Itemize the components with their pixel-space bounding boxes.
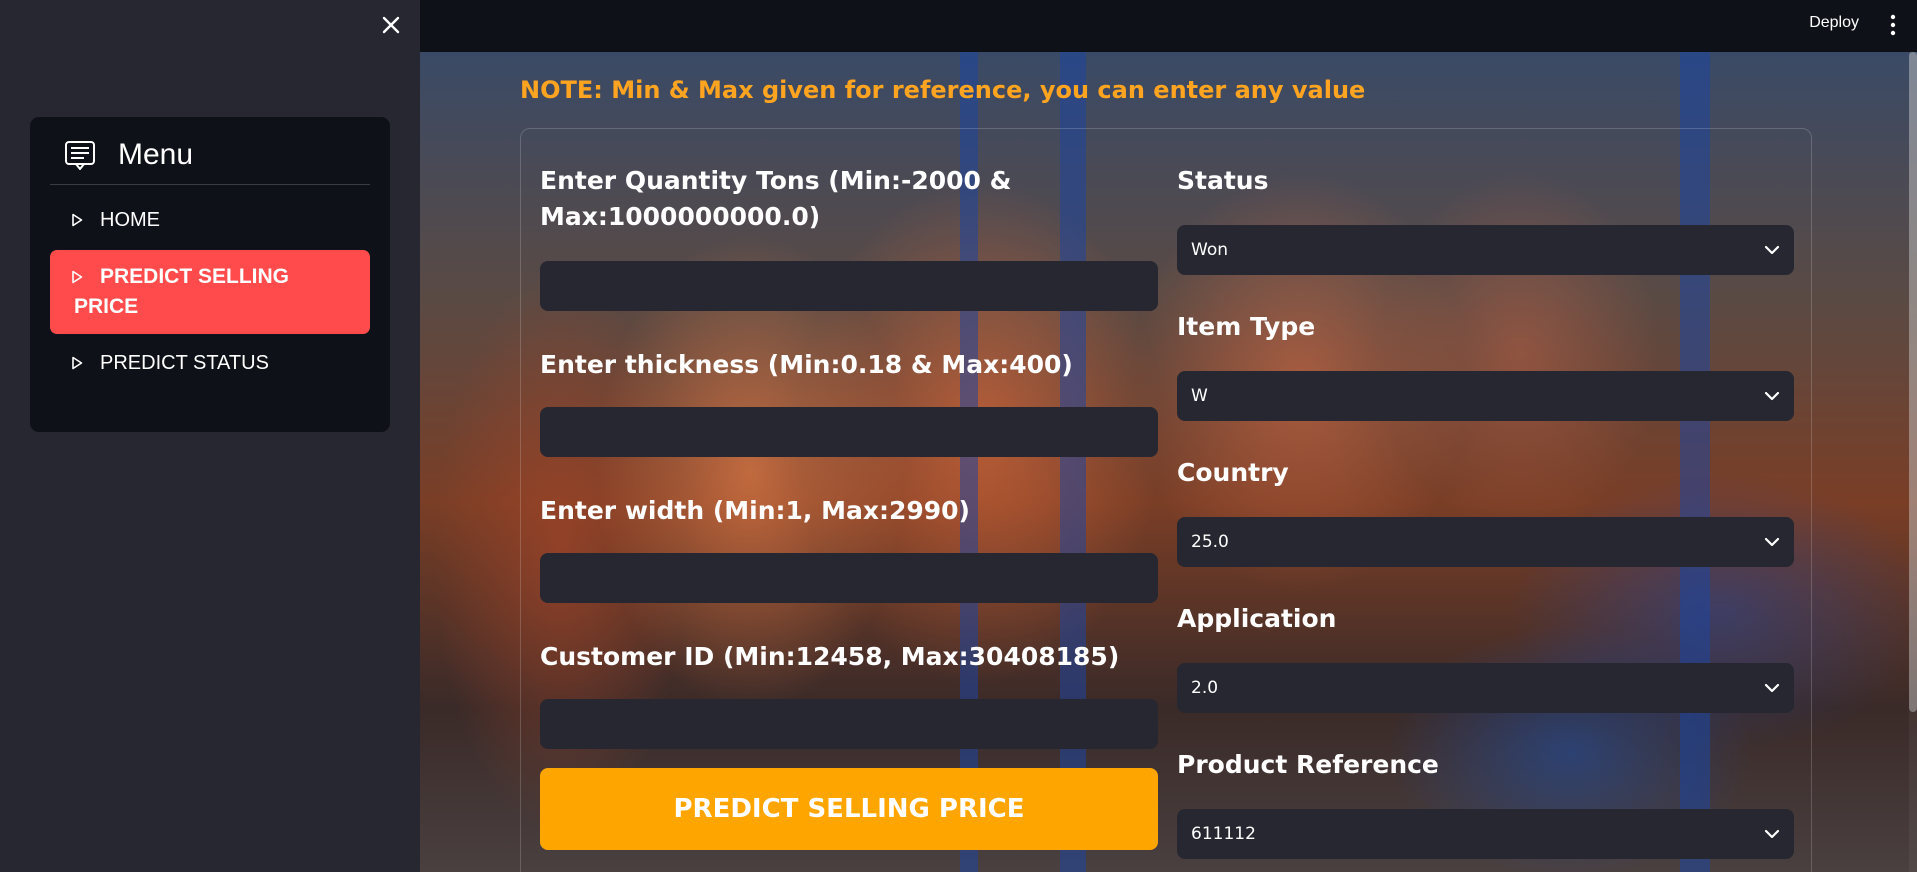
thickness-label: Enter thickness (Min:0.18 & Max:400) [540,350,1073,379]
menu-item-label: PREDICT SELLING PRICE [74,265,290,318]
menu-item-label: HOME [100,209,160,231]
prediction-form: Enter Quantity Tons (Min:-2000 & Max:100… [520,128,1812,872]
width-input[interactable] [540,553,1158,603]
item-type-label: Item Type [1177,312,1316,341]
close-sidebar-button[interactable] [378,12,404,38]
customer-id-label: Customer ID (Min:12458, Max:30408185) [540,642,1120,671]
application-value: 2.0 [1191,678,1219,698]
product-reference-label: Product Reference [1177,750,1439,779]
chevron-down-icon [1764,537,1780,547]
play-outline-icon [72,356,83,370]
close-icon [382,16,400,34]
quantity-tons-label: Enter Quantity Tons (Min:-2000 & Max:100… [540,166,1012,231]
predict-selling-price-button[interactable]: PREDICT SELLING PRICE [540,768,1158,850]
scrollbar[interactable] [1909,52,1917,872]
scrollbar-thumb[interactable] [1909,52,1917,712]
menu-item-predict-status[interactable]: PREDICT STATUS [50,338,370,389]
play-outline-icon [72,213,83,227]
menu-item-predict-selling-price[interactable]: PREDICT SELLING PRICE [50,250,370,334]
top-bar: Deploy [420,0,1917,52]
country-label: Country [1177,458,1289,487]
status-value: Won [1191,240,1228,260]
menu-item-home[interactable]: HOME [50,195,370,246]
item-type-select[interactable]: W [1177,371,1794,421]
chevron-down-icon [1764,829,1780,839]
status-select[interactable]: Won [1177,225,1794,275]
country-value: 25.0 [1191,532,1229,552]
main-content: NOTE: Min & Max given for reference, you… [420,52,1917,872]
customer-id-input[interactable] [540,699,1158,749]
menu-header: Menu [50,135,370,185]
sidebar: Menu HOME PREDICT SELLING PRICE PREDICT … [0,0,420,872]
deploy-button[interactable]: Deploy [1809,14,1859,32]
chevron-down-icon [1764,391,1780,401]
width-label: Enter width (Min:1, Max:2990) [540,496,970,525]
note-text: NOTE: Min & Max given for reference, you… [520,76,1366,104]
option-menu: Menu HOME PREDICT SELLING PRICE PREDICT … [30,117,390,432]
product-reference-select[interactable]: 611112 [1177,809,1794,859]
chevron-down-icon [1764,683,1780,693]
thickness-input[interactable] [540,407,1158,457]
menu-item-label: PREDICT STATUS [100,352,269,374]
menu-title: Menu [118,137,194,171]
quantity-tons-input[interactable] [540,261,1158,311]
item-type-value: W [1191,386,1208,406]
country-select[interactable]: 25.0 [1177,517,1794,567]
product-reference-value: 611112 [1191,824,1256,844]
more-options-icon[interactable] [1887,12,1899,38]
menu-card-icon [65,140,95,170]
application-select[interactable]: 2.0 [1177,663,1794,713]
chevron-down-icon [1764,245,1780,255]
application-label: Application [1177,604,1337,633]
status-label: Status [1177,166,1269,195]
